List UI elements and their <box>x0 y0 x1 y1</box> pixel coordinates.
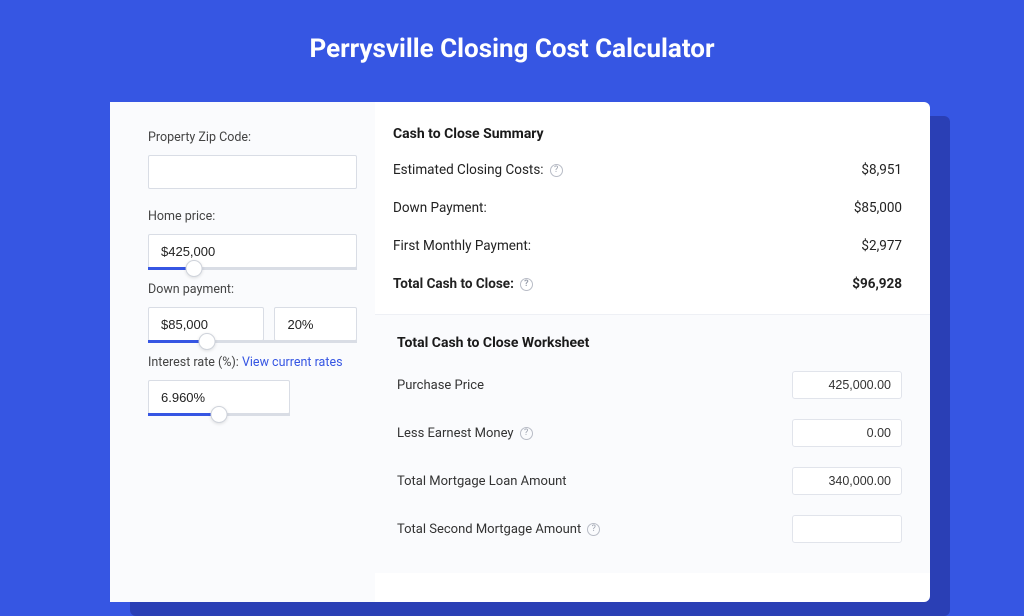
help-icon[interactable]: ? <box>550 164 563 177</box>
summary-row-down-payment: Down Payment: $85,000 <box>393 200 902 216</box>
zip-label: Property Zip Code: <box>148 130 357 145</box>
down-payment-slider[interactable] <box>148 340 357 343</box>
slider-thumb[interactable] <box>211 406 228 423</box>
interest-label: Interest rate (%): View current rates <box>148 355 357 370</box>
worksheet-label: Total Second Mortgage Amount <box>397 522 581 537</box>
worksheet-title: Total Cash to Close Worksheet <box>397 335 902 351</box>
summary-total-value: $96,928 <box>852 276 902 292</box>
worksheet-row-purchase-price: Purchase Price <box>397 371 902 399</box>
home-price-label: Home price: <box>148 209 357 224</box>
calculator-card: Property Zip Code: Home price: Down paym… <box>110 102 930 602</box>
page-title: Perrysville Closing Cost Calculator <box>0 0 1024 92</box>
summary-label: Estimated Closing Costs: <box>393 162 544 178</box>
down-payment-pct-input[interactable] <box>274 307 357 341</box>
slider-thumb[interactable] <box>198 333 215 350</box>
inputs-panel: Property Zip Code: Home price: Down paym… <box>110 102 375 602</box>
worksheet-input[interactable] <box>792 371 902 399</box>
worksheet-label: Less Earnest Money <box>397 426 514 441</box>
summary-label: Down Payment: <box>393 200 487 216</box>
summary-value: $8,951 <box>861 162 902 178</box>
summary-row-first-payment: First Monthly Payment: $2,977 <box>393 238 902 254</box>
zip-input[interactable] <box>148 155 357 189</box>
home-price-slider[interactable] <box>148 267 357 270</box>
interest-slider[interactable] <box>148 413 290 416</box>
summary-value: $85,000 <box>854 200 902 216</box>
worksheet-row-loan-amount: Total Mortgage Loan Amount <box>397 467 902 495</box>
home-price-input[interactable] <box>148 234 357 268</box>
summary-label: First Monthly Payment: <box>393 238 531 254</box>
help-icon[interactable]: ? <box>520 278 533 291</box>
worksheet-row-earnest-money: Less Earnest Money ? <box>397 419 902 447</box>
results-panel: Cash to Close Summary Estimated Closing … <box>375 102 930 602</box>
summary-row-total: Total Cash to Close: ? $96,928 <box>393 276 902 292</box>
view-rates-link[interactable]: View current rates <box>242 355 343 370</box>
worksheet-input[interactable] <box>792 419 902 447</box>
slider-thumb[interactable] <box>185 260 202 277</box>
help-icon[interactable]: ? <box>587 523 600 536</box>
worksheet-input[interactable] <box>792 467 902 495</box>
worksheet-input[interactable] <box>792 515 902 543</box>
summary-total-label: Total Cash to Close: <box>393 276 514 292</box>
worksheet-panel: Total Cash to Close Worksheet Purchase P… <box>375 314 930 573</box>
summary-value: $2,977 <box>861 238 902 254</box>
down-payment-label: Down payment: <box>148 282 357 297</box>
help-icon[interactable]: ? <box>520 427 533 440</box>
worksheet-row-second-mortgage: Total Second Mortgage Amount ? <box>397 515 902 543</box>
summary-row-closing-costs: Estimated Closing Costs: ? $8,951 <box>393 162 902 178</box>
worksheet-label: Purchase Price <box>397 378 484 393</box>
summary-title: Cash to Close Summary <box>393 126 902 142</box>
worksheet-label: Total Mortgage Loan Amount <box>397 474 567 489</box>
